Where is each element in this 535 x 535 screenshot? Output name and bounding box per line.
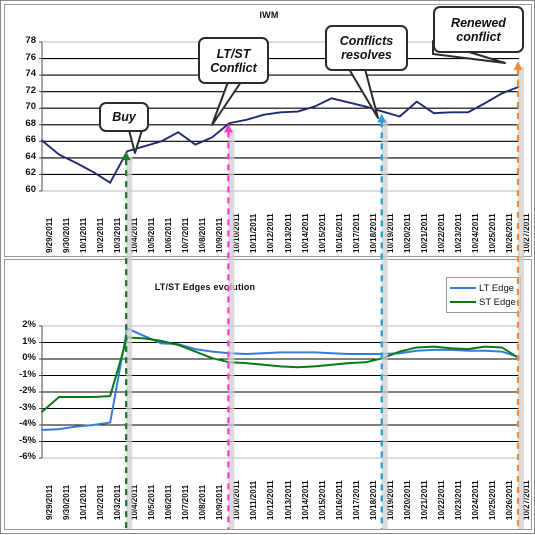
x-tick-label-bottom: 10/10/2011 bbox=[232, 480, 242, 520]
callout-buy-label: Buy bbox=[112, 110, 136, 124]
chart-legend: LT Edge ST Edge bbox=[446, 277, 521, 313]
callout-conflicts-resolves[interactable]: Conflicts resolves bbox=[325, 25, 408, 71]
x-tick-label-top: 10/8/2011 bbox=[198, 217, 208, 253]
y-tick-label-bottom: 1% bbox=[22, 335, 36, 347]
x-tick-label-top: 10/25/2011 bbox=[487, 213, 497, 253]
x-tick-label-bottom: 10/21/2011 bbox=[419, 480, 429, 520]
x-tick-label-bottom: 10/11/2011 bbox=[249, 480, 259, 520]
x-tick-label-top: 10/1/2011 bbox=[79, 217, 89, 253]
x-tick-label-bottom: 10/5/2011 bbox=[147, 484, 157, 520]
x-tick-label-bottom: 10/3/2011 bbox=[113, 484, 123, 520]
x-tick-label-top: 10/27/2011 bbox=[522, 213, 531, 253]
y-tick-label-top: 68 bbox=[25, 117, 36, 129]
legend-item-st-edge: ST Edge bbox=[450, 295, 516, 309]
x-tick-label-top: 10/2/2011 bbox=[96, 217, 106, 253]
legend-item-lt-edge: LT Edge bbox=[450, 281, 516, 295]
y-tick-label-top: 70 bbox=[25, 101, 36, 113]
chart-screenshot: IWM LT/ST Edges evolution LT Edge ST Edge… bbox=[0, 0, 535, 534]
x-tick-label-top: 10/22/2011 bbox=[436, 213, 446, 253]
x-tick-label-top: 10/3/2011 bbox=[113, 217, 123, 253]
x-tick-label-top: 10/24/2011 bbox=[470, 213, 480, 253]
x-tick-label-bottom: 10/20/2011 bbox=[402, 480, 412, 520]
x-tick-label-bottom: 10/19/2011 bbox=[385, 480, 395, 520]
x-tick-label-top: 10/21/2011 bbox=[419, 213, 429, 253]
y-tick-label-top: 76 bbox=[25, 51, 36, 63]
x-tick-label-bottom: 10/22/2011 bbox=[436, 480, 446, 520]
y-tick-label-top: 60 bbox=[25, 184, 36, 195]
x-tick-label-bottom: 10/13/2011 bbox=[283, 480, 293, 520]
x-tick-label-top: 10/20/2011 bbox=[402, 213, 412, 253]
x-tick-label-top: 10/9/2011 bbox=[215, 217, 225, 253]
x-tick-label-top: 10/5/2011 bbox=[147, 217, 157, 253]
callout-renewed-conflict-label: Renewed conflict bbox=[451, 15, 506, 44]
callout-lt-st-conflict-label: LT/ST Conflict bbox=[210, 46, 257, 75]
x-tick-label-bottom: 10/8/2011 bbox=[198, 484, 208, 520]
y-tick-label-bottom: -4% bbox=[19, 418, 36, 429]
x-tick-label-bottom: 10/25/2011 bbox=[487, 480, 497, 520]
x-tick-label-top: 10/10/2011 bbox=[232, 213, 242, 253]
x-tick-label-bottom: 10/14/2011 bbox=[300, 480, 310, 520]
y-tick-label-top: 72 bbox=[25, 84, 36, 96]
callout-conflicts-resolves-label: Conflicts resolves bbox=[339, 34, 394, 62]
x-tick-label-top: 10/16/2011 bbox=[334, 213, 344, 253]
x-tick-label-bottom: 10/17/2011 bbox=[351, 480, 361, 520]
x-tick-label-top: 10/23/2011 bbox=[453, 213, 463, 253]
legend-swatch bbox=[450, 301, 476, 303]
x-tick-label-top: 10/7/2011 bbox=[181, 217, 191, 253]
x-tick-label-top: 10/18/2011 bbox=[368, 213, 378, 253]
x-tick-label-bottom: 10/26/2011 bbox=[504, 480, 514, 520]
y-tick-label-top: 74 bbox=[25, 68, 36, 80]
callout-lt-st-conflict[interactable]: LT/ST Conflict bbox=[198, 37, 269, 84]
x-tick-label-top: 9/29/2011 bbox=[45, 217, 54, 253]
x-tick-label-top: 10/6/2011 bbox=[164, 217, 174, 253]
y-tick-label-bottom: 0% bbox=[22, 352, 36, 363]
legend-label: ST Edge bbox=[479, 296, 516, 308]
y-tick-label-bottom: -5% bbox=[19, 434, 36, 446]
x-tick-label-bottom: 10/16/2011 bbox=[334, 480, 344, 520]
x-tick-label-bottom: 10/1/2011 bbox=[79, 484, 89, 520]
x-tick-label-bottom: 10/2/2011 bbox=[96, 484, 106, 520]
callout-renewed-conflict[interactable]: Renewed conflict bbox=[433, 6, 524, 53]
x-tick-label-bottom: 10/18/2011 bbox=[368, 480, 378, 520]
x-tick-label-bottom: 10/24/2011 bbox=[470, 480, 480, 520]
x-tick-label-bottom: 10/6/2011 bbox=[164, 484, 174, 520]
y-tick-label-bottom: -1% bbox=[19, 368, 36, 380]
callout-buy[interactable]: Buy bbox=[99, 102, 149, 132]
x-tick-label-top: 10/14/2011 bbox=[300, 213, 310, 253]
x-tick-label-bottom: 10/27/2011 bbox=[522, 480, 531, 520]
x-tick-label-top: 10/26/2011 bbox=[504, 213, 514, 253]
x-tick-label-bottom: 9/29/2011 bbox=[45, 484, 54, 520]
x-tick-label-top: 10/19/2011 bbox=[385, 213, 395, 253]
x-tick-label-bottom: 10/9/2011 bbox=[215, 484, 225, 520]
y-tick-label-bottom: -2% bbox=[19, 385, 36, 396]
y-tick-label-top: 64 bbox=[25, 150, 36, 162]
x-tick-label-top: 10/11/2011 bbox=[249, 213, 259, 253]
x-tick-label-bottom: 10/4/2011 bbox=[130, 484, 140, 520]
x-tick-label-top: 10/13/2011 bbox=[283, 213, 293, 253]
x-tick-label-bottom: 10/12/2011 bbox=[266, 480, 276, 520]
y-tick-label-top: 78 bbox=[25, 35, 36, 46]
x-tick-label-bottom: 10/7/2011 bbox=[181, 484, 191, 520]
legend-label: LT Edge bbox=[479, 282, 515, 294]
x-tick-label-top: 10/12/2011 bbox=[266, 213, 276, 253]
x-tick-label-top: 9/30/2011 bbox=[62, 217, 72, 253]
x-tick-label-bottom: 10/23/2011 bbox=[453, 480, 463, 520]
y-tick-label-bottom: -3% bbox=[19, 401, 36, 413]
y-tick-label-bottom: 2% bbox=[22, 319, 36, 330]
x-tick-label-bottom: 10/15/2011 bbox=[317, 480, 327, 520]
x-tick-label-top: 10/4/2011 bbox=[130, 217, 140, 253]
y-tick-label-top: 66 bbox=[25, 134, 36, 146]
y-tick-label-bottom: -6% bbox=[19, 451, 36, 462]
y-tick-label-top: 62 bbox=[25, 167, 36, 179]
legend-swatch bbox=[450, 287, 476, 289]
x-tick-label-top: 10/15/2011 bbox=[317, 213, 327, 253]
x-tick-label-bottom: 9/30/2011 bbox=[62, 484, 72, 520]
x-tick-label-top: 10/17/2011 bbox=[351, 213, 361, 253]
